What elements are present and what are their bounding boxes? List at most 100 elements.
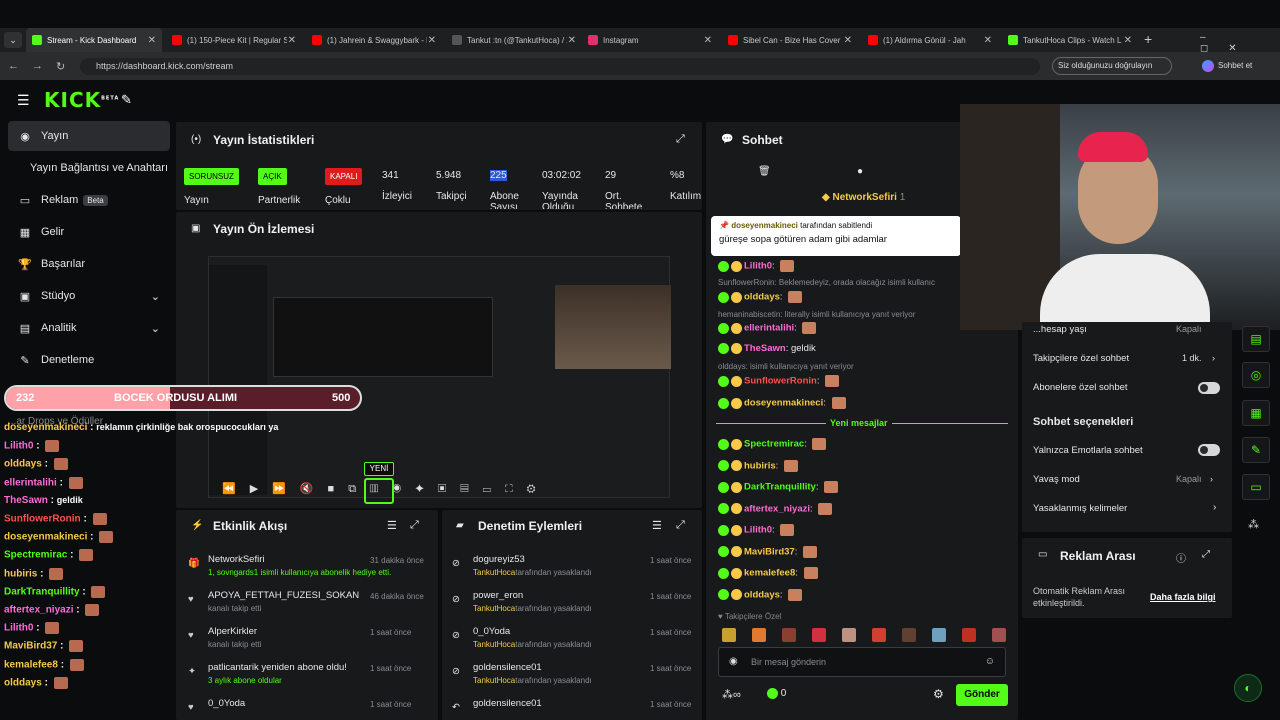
slow-mode-value[interactable]: Kapalı ›	[1176, 474, 1213, 484]
chat-username[interactable]: doseyenmakineci	[744, 398, 823, 409]
account-age-value[interactable]: Kapalı	[1176, 324, 1202, 334]
browser-tab[interactable]: (1) Jahrein & Swaggybark - B ✕	[306, 28, 442, 52]
followers-only-value[interactable]: 1 dk. ›	[1182, 353, 1215, 363]
chat-username[interactable]: SunflowerRonin	[744, 376, 817, 387]
subs-only-toggle[interactable]	[1198, 382, 1220, 394]
fab-button[interactable]: ◐	[1234, 674, 1262, 702]
chat-username[interactable]: olddays	[744, 589, 780, 600]
tab-close-icon[interactable]: ✕	[428, 35, 436, 46]
browser-tab[interactable]: Tankut :tn (@TankutHoca) / X ✕	[446, 28, 582, 52]
preview-toolbar[interactable]: ⏪▶⏩🔇■⧉▥◉✦▣▤▭⛶⚙	[222, 482, 652, 502]
save-shortcut-icon[interactable]: ▦	[1242, 400, 1270, 426]
overlay-chat-colon: :	[56, 477, 66, 489]
moderation-expand-icon[interactable]: ⤢	[676, 519, 685, 532]
tab-close-icon[interactable]: ✕	[568, 35, 576, 46]
chat-shortcut-icon[interactable]: ▤	[1242, 326, 1270, 352]
chat-username[interactable]: TheSawn	[744, 343, 786, 354]
chat-input[interactable]: ◉ Bir mesaj gönderin ☺	[718, 647, 1006, 677]
emotes-only-toggle[interactable]	[1198, 444, 1220, 456]
chat-username[interactable]: MaviBird37	[744, 546, 795, 557]
chat-message: hubiris:	[718, 459, 798, 472]
moderation-filter-icon[interactable]: ☰	[652, 519, 662, 532]
link-icon[interactable]: ⁂∞	[722, 688, 741, 701]
chevron-right-icon[interactable]: ›	[1213, 502, 1216, 513]
send-button[interactable]: Gönder	[956, 684, 1008, 706]
chat-username[interactable]: hubiris	[744, 460, 776, 471]
emote-icon[interactable]	[872, 628, 886, 642]
sidebar-item-2[interactable]: Yayın Bağlantısı ve Anahtarı	[8, 153, 170, 183]
emote-icon[interactable]	[842, 628, 856, 642]
chat-username[interactable]: kemalefee8	[744, 568, 795, 579]
emote-icon[interactable]	[722, 628, 736, 642]
chat-username[interactable]: ellerintalihi	[744, 323, 794, 334]
back-icon[interactable]: ←	[8, 60, 19, 72]
emote-icon[interactable]	[812, 628, 826, 642]
tab-close-icon[interactable]: ✕	[844, 35, 852, 46]
reload-icon[interactable]: ↻	[56, 60, 65, 73]
sidebar-item-5[interactable]: 🏆 Başarılar	[8, 249, 170, 279]
browser-menu-button[interactable]: ⌄	[4, 32, 22, 48]
chat-username[interactable]: aftertex_niyazi	[744, 503, 810, 514]
chat-mode-icon[interactable]: ●	[857, 166, 863, 177]
emote-icon[interactable]	[902, 628, 916, 642]
emote-icon[interactable]	[962, 628, 976, 642]
browser-tab[interactable]: Instagram ✕	[582, 28, 718, 52]
tab-close-icon[interactable]: ✕	[288, 35, 296, 46]
forward-icon[interactable]: →	[32, 60, 43, 72]
overlay-chat-user: Lilith0	[4, 622, 34, 634]
chat-username[interactable]: olddays	[744, 292, 780, 303]
sidebar-item-label: Başarılar	[41, 258, 86, 270]
tab-close-icon[interactable]: ✕	[984, 35, 992, 46]
sidebar-item-7[interactable]: ▤ Analitik ⌄	[8, 313, 170, 343]
chat-settings-icon[interactable]: ⚙	[933, 687, 944, 701]
chat-username[interactable]: Spectremirac	[744, 439, 804, 450]
expand-icon[interactable]: ⤢	[676, 133, 685, 146]
hamburger-icon[interactable]: ☰	[17, 92, 30, 109]
activity-expand-icon[interactable]: ⤢	[410, 519, 419, 532]
apps-icon[interactable]: ⁂	[1248, 518, 1259, 531]
browser-tab[interactable]: TankutHoca Clips - Watch L ✕	[1002, 28, 1138, 52]
emote-strip[interactable]	[718, 626, 1008, 644]
info-icon[interactable]: ⓘ	[1176, 550, 1186, 565]
profile-sync-button[interactable]: Sohbet et	[1202, 60, 1252, 72]
trash-icon[interactable]: 🗑	[758, 166, 771, 177]
chevron-down-icon[interactable]: ⌄	[151, 322, 160, 335]
sidebar-item-3[interactable]: ▭ Reklam Beta	[8, 185, 170, 215]
browser-tab[interactable]: (1) 150-Piece Kit | Regular Sh ✕	[166, 28, 302, 52]
ad-break-expand-icon[interactable]: ⤢	[1202, 549, 1210, 560]
browser-tab[interactable]: Stream - Kick Dashboard ✕	[26, 28, 162, 52]
wrench-shortcut-icon[interactable]: ✎	[1242, 437, 1270, 463]
sidebar-item-4[interactable]: ▦ Gelir	[8, 217, 170, 247]
chevron-down-icon[interactable]: ⌄	[151, 290, 160, 303]
browser-tab[interactable]: Sibel Can - Bize Has Cover | ✕	[722, 28, 858, 52]
camera-toggle-button[interactable]	[364, 478, 394, 504]
pin-icon[interactable]: ✎	[121, 92, 132, 108]
activity-filter-icon[interactable]: ☰	[387, 519, 397, 532]
verify-button[interactable]: Siz olduğunuzu doğrulayın	[1052, 57, 1172, 75]
broadcast-shortcut-icon[interactable]: ◎	[1242, 362, 1270, 388]
sidebar-item-8[interactable]: ✎ Denetleme	[8, 345, 170, 375]
emote-icon[interactable]	[932, 628, 946, 642]
tab-close-icon[interactable]: ✕	[704, 35, 712, 46]
ad-break-link[interactable]: Daha fazla bilgi	[1150, 592, 1216, 602]
chat-username[interactable]: Lilith0	[744, 525, 772, 536]
emote-icon[interactable]	[782, 628, 796, 642]
new-tab-button[interactable]: +	[1144, 31, 1152, 47]
chat-username[interactable]: DarkTranquillity	[744, 482, 816, 493]
url-field[interactable]: https://dashboard.kick.com/stream	[80, 58, 1040, 75]
emoji-icon[interactable]: ☺	[985, 656, 995, 667]
sidebar-item-6[interactable]: ▣ Stüdyo ⌄	[8, 281, 170, 311]
emote-icon[interactable]	[992, 628, 1006, 642]
kick-logo[interactable]: KICKBETA	[44, 88, 119, 112]
window-controls[interactable]: –◻✕	[1200, 32, 1280, 54]
kick-points[interactable]: 0	[767, 688, 786, 699]
chat-username[interactable]: Lilith0	[744, 261, 772, 272]
stat-label-partner: Partnerlik	[258, 195, 301, 206]
tab-close-icon[interactable]: ✕	[1124, 35, 1132, 46]
window-shortcut-icon[interactable]: ▭	[1242, 474, 1270, 500]
preview-video[interactable]	[208, 256, 671, 498]
tab-close-icon[interactable]: ✕	[148, 35, 156, 46]
emote-icon[interactable]	[752, 628, 766, 642]
sidebar-item-1[interactable]: ◉ Yayın	[8, 121, 170, 151]
browser-tab[interactable]: (1) Aldırma Gönül - Jah ✕	[862, 28, 998, 52]
